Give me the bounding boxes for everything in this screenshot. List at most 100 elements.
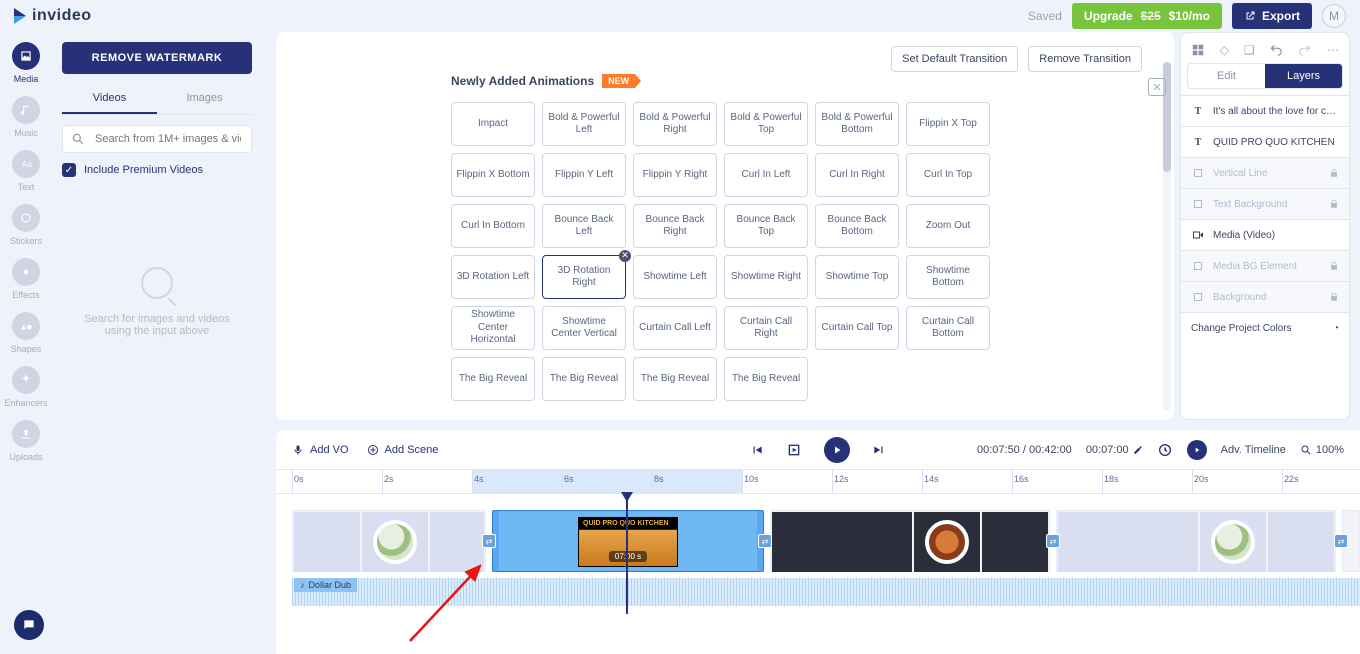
animation-cell[interactable]: Curl In Left bbox=[724, 153, 808, 197]
history-icon[interactable] bbox=[1157, 442, 1173, 458]
transition-node[interactable]: ⇄ bbox=[758, 534, 772, 548]
animation-cell[interactable]: Bold & Powerful Left bbox=[542, 102, 626, 146]
zoom-control[interactable]: 100% bbox=[1300, 444, 1344, 456]
include-premium-toggle[interactable]: ✓ Include Premium Videos bbox=[62, 163, 252, 177]
layer-row[interactable]: TQUID PRO QUO KITCHEN bbox=[1181, 126, 1349, 157]
layer-row[interactable]: TIt's all about the love for co... bbox=[1181, 95, 1349, 126]
diamond-icon[interactable]: ◇ bbox=[1220, 43, 1229, 57]
change-project-colors[interactable]: Change Project Colors ◔ bbox=[1181, 312, 1349, 344]
animation-cell[interactable]: Impact bbox=[451, 102, 535, 146]
rail-uploads[interactable]: Uploads bbox=[9, 420, 42, 462]
export-button[interactable]: Export bbox=[1232, 3, 1312, 29]
transition-node[interactable]: ⇄ bbox=[1334, 534, 1348, 548]
animation-cell[interactable]: Curl In Right bbox=[815, 153, 899, 197]
clip-3[interactable] bbox=[1056, 510, 1336, 572]
layer-row[interactable]: Media (Video) bbox=[1181, 219, 1349, 250]
user-avatar[interactable]: M bbox=[1322, 4, 1346, 28]
animation-cell[interactable]: Showtime Top bbox=[815, 255, 899, 299]
animation-cell[interactable]: Curtain Call Left bbox=[633, 306, 717, 350]
audio-track[interactable] bbox=[276, 578, 1360, 606]
clip-preview: QUID PRO QUO KITCHEN 07:00 s bbox=[578, 517, 678, 567]
subtab-images[interactable]: Images bbox=[157, 84, 252, 114]
skip-back-icon[interactable] bbox=[750, 443, 764, 457]
animation-cell[interactable]: Bounce Back Top bbox=[724, 204, 808, 248]
animation-cell[interactable]: The Big Reveal bbox=[724, 357, 808, 401]
layer-label: Media (Video) bbox=[1213, 230, 1275, 241]
undo-icon[interactable] bbox=[1269, 43, 1283, 57]
play-button[interactable] bbox=[824, 437, 850, 463]
animation-cell[interactable]: Bounce Back Bottom bbox=[815, 204, 899, 248]
animation-cell[interactable]: Flippin X Top bbox=[906, 102, 990, 146]
brand-text: invideo bbox=[32, 7, 92, 25]
timeline-ruler[interactable]: 0s2s4s6s8s10s12s14s16s18s20s22s bbox=[276, 470, 1360, 494]
adv-timeline-link[interactable]: Adv. Timeline bbox=[1221, 444, 1286, 456]
preview-play-button[interactable] bbox=[1187, 440, 1207, 460]
transition-node[interactable]: ⇄ bbox=[1046, 534, 1060, 548]
rail-enhancers[interactable]: Enhancers bbox=[4, 366, 47, 408]
animation-cell[interactable]: Flippin X Bottom bbox=[451, 153, 535, 197]
animation-cell[interactable]: 3D Rotation Right✕ bbox=[542, 255, 626, 299]
animation-cell[interactable]: Showtime Bottom bbox=[906, 255, 990, 299]
rail-media[interactable]: Media bbox=[12, 42, 40, 84]
animation-cell[interactable]: Showtime Right bbox=[724, 255, 808, 299]
playhead[interactable] bbox=[626, 494, 628, 614]
rail-text[interactable]: AaText bbox=[12, 150, 40, 192]
animation-cell[interactable]: The Big Reveal bbox=[633, 357, 717, 401]
animation-cell[interactable]: Bounce Back Left bbox=[542, 204, 626, 248]
rail-stickers[interactable]: Stickers bbox=[10, 204, 42, 246]
chat-fab[interactable] bbox=[14, 610, 44, 640]
remove-watermark-button[interactable]: REMOVE WATERMARK bbox=[62, 42, 252, 74]
media-search[interactable] bbox=[62, 125, 252, 153]
time-edit[interactable]: 00:07:00 bbox=[1086, 444, 1143, 456]
animation-cell[interactable]: The Big Reveal bbox=[451, 357, 535, 401]
grid-icon[interactable] bbox=[1191, 43, 1205, 57]
clip-prev[interactable] bbox=[292, 510, 486, 572]
animation-cell[interactable]: Zoom Out bbox=[906, 204, 990, 248]
animation-cell[interactable]: Bold & Powerful Bottom bbox=[815, 102, 899, 146]
redo-icon[interactable] bbox=[1298, 43, 1312, 57]
transition-node[interactable]: ⇄ bbox=[482, 534, 496, 548]
selected-clip[interactable]: QUID PRO QUO KITCHEN 07:00 s bbox=[492, 510, 764, 572]
animation-cell[interactable]: Bold & Powerful Right bbox=[633, 102, 717, 146]
skip-forward-icon[interactable] bbox=[872, 443, 886, 457]
animation-cell[interactable]: Curl In Bottom bbox=[451, 204, 535, 248]
animation-cell[interactable]: 3D Rotation Left bbox=[451, 255, 535, 299]
clip-next[interactable] bbox=[770, 510, 1050, 572]
timeline-tracks[interactable]: QUID PRO QUO KITCHEN 07:00 s ⇄ ⇄ ⇄ ⇄ ♪ D… bbox=[276, 494, 1360, 614]
animation-cell[interactable]: Curtain Call Bottom bbox=[906, 306, 990, 350]
stop-icon[interactable] bbox=[786, 442, 802, 458]
mic-icon bbox=[292, 444, 304, 456]
upgrade-button[interactable]: Upgrade $25 $10/mo bbox=[1072, 3, 1222, 29]
clip-thumb bbox=[772, 512, 912, 572]
animation-cell[interactable]: Showtime Center Vertical bbox=[542, 306, 626, 350]
zoom-icon bbox=[1300, 444, 1312, 456]
animation-cell[interactable]: Flippin Y Right bbox=[633, 153, 717, 197]
animation-cell[interactable]: Showtime Center Horizontal bbox=[451, 306, 535, 350]
animation-cell[interactable]: The Big Reveal bbox=[542, 357, 626, 401]
animation-cell[interactable]: Bounce Back Right bbox=[633, 204, 717, 248]
animation-cell[interactable]: Flippin Y Left bbox=[542, 153, 626, 197]
add-vo-button[interactable]: Add VO bbox=[292, 444, 349, 456]
tab-layers[interactable]: Layers bbox=[1265, 64, 1342, 88]
rail-shapes[interactable]: Shapes bbox=[11, 312, 42, 354]
audio-label[interactable]: ♪ Dollar Dub bbox=[294, 578, 357, 592]
clear-selection-icon[interactable]: ✕ bbox=[619, 250, 631, 262]
lock-icon bbox=[1329, 292, 1339, 302]
search-input[interactable] bbox=[93, 132, 243, 146]
stack-icon[interactable]: ❏ bbox=[1244, 43, 1255, 57]
tab-edit[interactable]: Edit bbox=[1188, 64, 1265, 88]
add-scene-button[interactable]: Add Scene bbox=[367, 444, 439, 456]
animation-cell[interactable]: Bold & Powerful Top bbox=[724, 102, 808, 146]
layer-type-icon: T bbox=[1191, 104, 1205, 118]
subtab-videos[interactable]: Videos bbox=[62, 84, 157, 114]
magnifier-icon bbox=[141, 267, 173, 299]
animation-cell[interactable]: Curl In Top bbox=[906, 153, 990, 197]
brand-logo[interactable]: invideo bbox=[14, 7, 92, 25]
rail-music[interactable]: Music bbox=[12, 96, 40, 138]
animation-cell[interactable]: Curtain Call Right bbox=[724, 306, 808, 350]
animation-cell[interactable]: Showtime Left bbox=[633, 255, 717, 299]
animation-cell[interactable]: Curtain Call Top bbox=[815, 306, 899, 350]
rail-effects[interactable]: Effects bbox=[12, 258, 40, 300]
more-icon[interactable]: ⋯ bbox=[1327, 43, 1339, 57]
ruler-label: 12s bbox=[834, 474, 849, 484]
